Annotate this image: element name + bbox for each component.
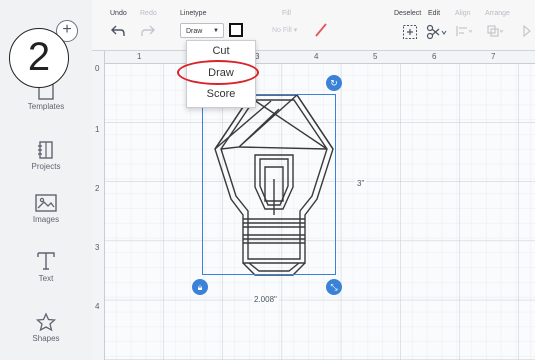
left-ruler: 0 1 2 3 4 xyxy=(92,51,105,360)
deselect-icon[interactable] xyxy=(402,24,418,40)
chevron-down-icon: ▾ xyxy=(293,27,298,34)
arrange-label: Arrange xyxy=(485,10,510,17)
sidebar-item-label: Shapes xyxy=(32,334,60,343)
fill-dropdown[interactable]: No Fill ▾ xyxy=(272,26,297,34)
ruler-tick-label: 3 xyxy=(95,243,100,252)
ruler-tick-label: 4 xyxy=(95,302,100,311)
align-label: Align xyxy=(455,10,471,17)
undo-label: Undo xyxy=(110,10,127,17)
redo-label: Redo xyxy=(140,10,157,17)
menu-item-score[interactable]: Score xyxy=(187,88,255,100)
sidebar-item-shapes[interactable]: Shapes xyxy=(0,312,92,343)
linetype-value: Draw xyxy=(186,28,203,35)
width-dimension-label: 2.008" xyxy=(252,295,279,304)
flip-icon[interactable] xyxy=(522,24,532,38)
align-icon[interactable] xyxy=(455,24,473,38)
step-number-badge: 2 xyxy=(9,28,69,88)
pen-icon[interactable] xyxy=(314,22,328,38)
lock-handle-icon[interactable]: 🔒︎ xyxy=(192,279,208,295)
design-canvas[interactable]: ↻ 🔒︎ ⤡ 3" 2.008" xyxy=(92,51,535,360)
sidebar-item-label: Text xyxy=(38,274,54,283)
arrange-icon[interactable] xyxy=(486,24,504,38)
images-icon xyxy=(35,194,57,212)
resize-handle-icon[interactable]: ⤡ xyxy=(326,279,342,295)
linetype-dropdown[interactable]: Draw ▼ xyxy=(180,23,224,38)
ruler-tick-label: 4 xyxy=(314,52,319,61)
height-dimension-label: 3" xyxy=(355,179,367,188)
chevron-down-icon: ▼ xyxy=(213,28,219,34)
selection-bounding-box[interactable] xyxy=(202,94,336,275)
menu-item-cut[interactable]: Cut xyxy=(187,45,255,57)
edit-scissors-icon[interactable] xyxy=(426,24,448,40)
ruler-tick-label: 6 xyxy=(432,52,437,61)
draw-highlight-annotation xyxy=(177,60,259,85)
projects-icon xyxy=(38,141,53,159)
fill-value: No Fill xyxy=(272,27,292,34)
ruler-tick-label: 1 xyxy=(95,125,100,134)
redo-icon[interactable] xyxy=(140,24,156,38)
shapes-icon xyxy=(35,312,57,332)
undo-icon[interactable] xyxy=(110,24,126,38)
sidebar-item-projects[interactable]: Projects xyxy=(0,140,92,171)
linetype-label: Linetype xyxy=(180,10,207,17)
deselect-label: Deselect xyxy=(394,10,422,17)
ruler-tick-label: 1 xyxy=(137,52,142,61)
edit-label: Edit xyxy=(428,10,441,17)
fill-label: Fill xyxy=(282,10,291,17)
top-toolbar: Undo Redo Linetype Draw ▼ Fill No Fill ▾… xyxy=(92,0,535,51)
sidebar-item-text[interactable]: Text xyxy=(0,250,92,283)
sidebar-item-label: Projects xyxy=(31,162,61,171)
sidebar-item-label: Templates xyxy=(27,102,65,111)
ruler-tick-label: 5 xyxy=(373,52,378,61)
top-ruler: 0 1 2 3 4 5 6 7 xyxy=(92,51,535,64)
sidebar-item-images[interactable]: Images xyxy=(0,193,92,224)
rotate-handle-icon[interactable]: ↻ xyxy=(326,75,342,91)
linetype-color-swatch[interactable] xyxy=(229,23,243,37)
sidebar-item-label: Images xyxy=(32,215,60,224)
text-icon xyxy=(37,252,55,270)
ruler-tick-label: 0 xyxy=(95,64,100,73)
ruler-tick-label: 7 xyxy=(491,52,496,61)
ruler-tick-label: 2 xyxy=(95,184,100,193)
